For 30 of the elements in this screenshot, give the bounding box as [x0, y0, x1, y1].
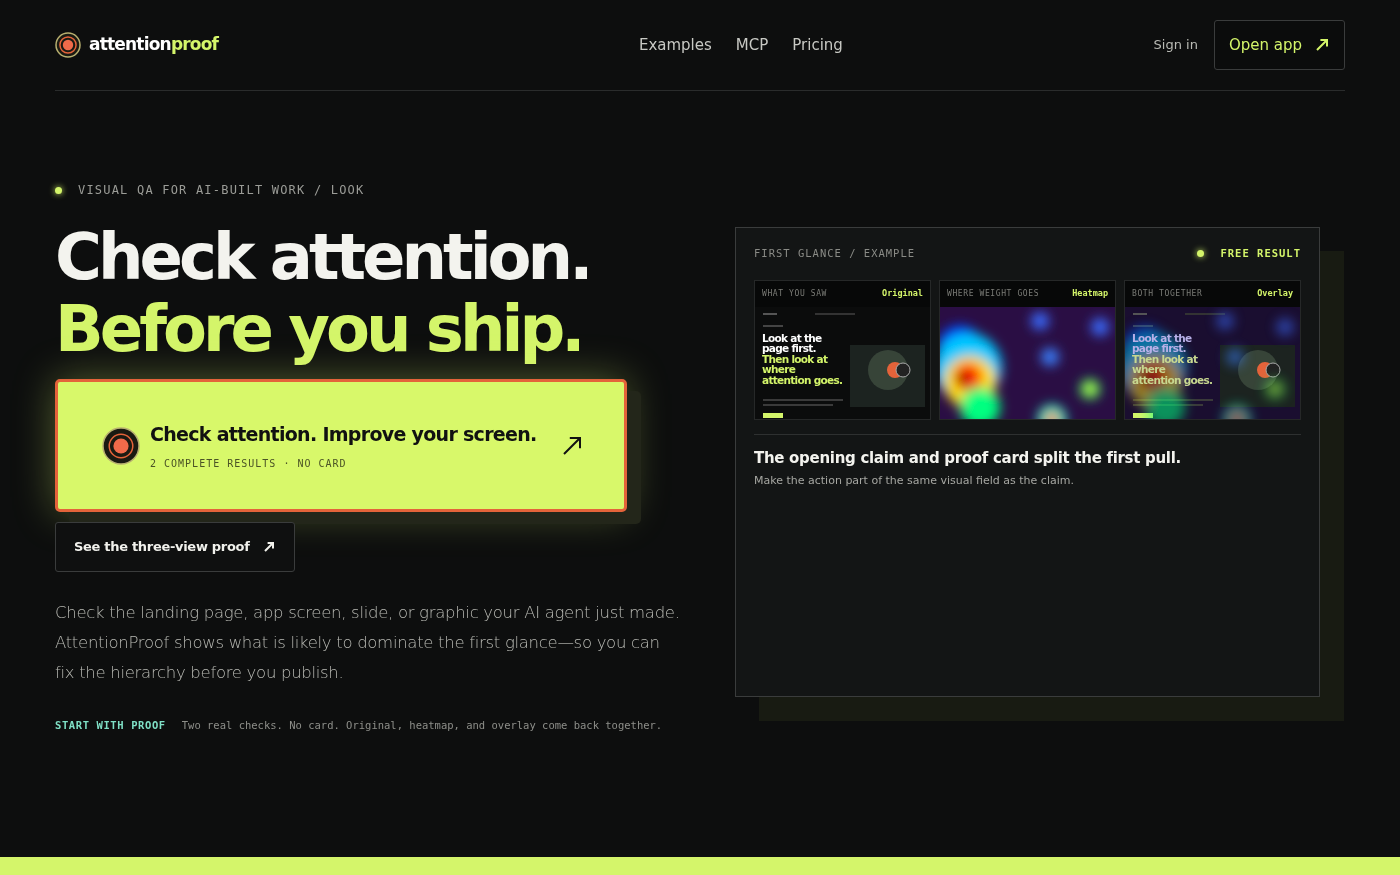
card-label: FIRST GLANCE / EXAMPLE [754, 246, 916, 261]
target-icon [102, 426, 140, 465]
target-icon [55, 32, 81, 58]
eyebrow-text: VISUAL QA FOR AI-BUILT WORK / LOOK [78, 182, 365, 199]
status-dot [1197, 250, 1205, 258]
brand-logo[interactable]: attentionproof [55, 32, 219, 58]
panel-tag: Overlay [1257, 287, 1293, 301]
headline: Before you ship. [55, 293, 583, 365]
panel-caption: WHERE WEIGHT GOES [947, 287, 1040, 300]
nav-link[interactable]: MCP [735, 33, 769, 57]
result-label: FREE RESULT [1220, 246, 1301, 261]
panel-tag: Original [882, 287, 923, 301]
note-text: Make the action part of the same visual field as the claim. [754, 473, 1075, 490]
nav-link[interactable]: Pricing [792, 33, 843, 57]
panel-tag: Heatmap [1072, 287, 1108, 301]
proof-button[interactable]: See the three-view proof [55, 522, 295, 572]
preview-headline: Look at the page first. Then look at where attention goes. [1132, 332, 1214, 386]
start-link[interactable]: START WITH PROOF [55, 718, 166, 734]
sign-in-link[interactable]: Sign in [1153, 35, 1198, 55]
nav-link[interactable]: Examples [638, 33, 712, 57]
panel-caption: BOTH TOGETHER [1132, 287, 1203, 300]
claim-text: The opening claim and proof card split the first pull. [754, 447, 1182, 469]
headline: Check attention. [55, 221, 591, 293]
status-dot [55, 186, 62, 194]
arrow-icon [1314, 37, 1330, 53]
footnote-text: Two real checks. No card. Original, heatmap, and overlay come back together. [181, 718, 663, 733]
open-app-button[interactable]: Open app [1213, 20, 1345, 70]
preview-headline: Look at the page first. Then look at where attention goes. [762, 332, 844, 386]
body-text: Check the landing page, app screen, slide, or graphic your AI agent just made. AttentionProof shows what is likely to dominate the first glance—so you can fix the hierarchy before you publish. [55, 602, 680, 684]
panel-caption: WHAT YOU SAW [762, 287, 827, 300]
